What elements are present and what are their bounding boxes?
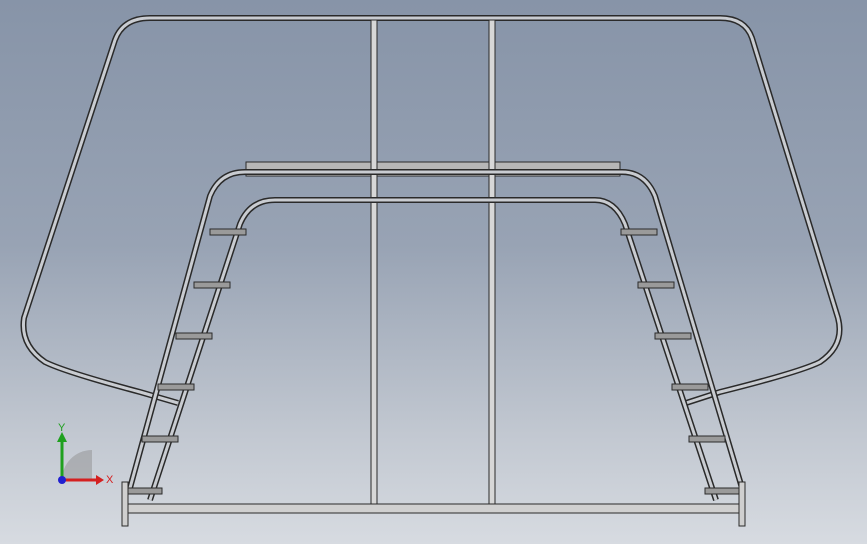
x-axis-arrowhead [96, 475, 104, 485]
outer-handrail[interactable] [20, 15, 843, 406]
base-frame[interactable] [121, 481, 746, 527]
graphics-viewport[interactable]: Y X [0, 0, 867, 544]
cad-model-drawing[interactable] [0, 0, 867, 544]
coordinate-triad: Y X [40, 420, 120, 500]
inner-handrail[interactable] [147, 197, 719, 501]
z-axis-dot [58, 476, 66, 484]
triad-plane-indicator [62, 450, 92, 480]
y-axis-label: Y [58, 422, 66, 434]
middle-handrail[interactable] [127, 169, 745, 489]
x-axis-label: X [106, 474, 114, 486]
vertical-posts[interactable] [370, 19, 496, 505]
